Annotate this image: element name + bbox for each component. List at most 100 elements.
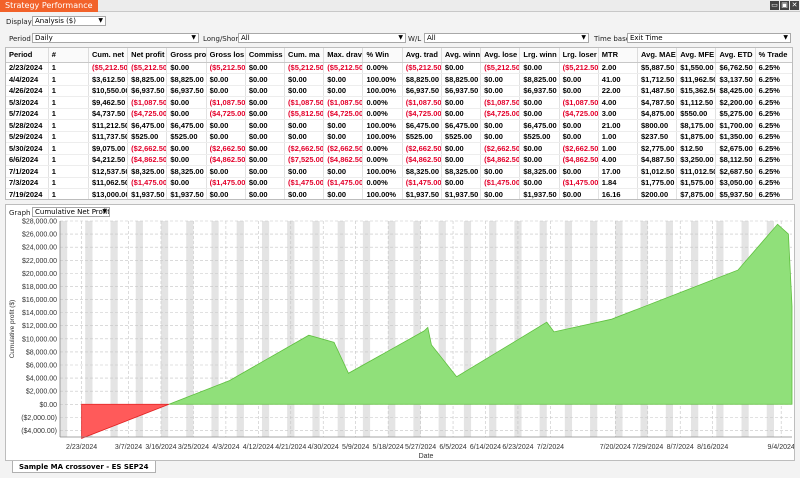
table-cell: 4/26/2024 [6,85,49,97]
column-header[interactable]: Gross los [206,48,246,63]
table-row[interactable]: 4/4/2024 1 $3,612.50 $8,825.00 $8,825.00 $0.0… [6,73,792,86]
table-cell: 1 [48,96,89,109]
table-cell: $0.00 [323,131,364,143]
column-header[interactable]: Avg. MAE [637,48,678,63]
display-select[interactable]: Analysis ($) ▼ [32,16,106,26]
table-cell: 5/28/2024 [6,119,49,132]
column-header[interactable]: Avg. winn [441,48,482,63]
table-cell: 6.25% [755,154,792,166]
table-cell: $0.00 [284,119,325,132]
table-cell: $0.00 [166,154,207,166]
chevron-down-icon: ▼ [783,34,788,41]
column-header[interactable]: # [48,48,89,63]
grid-header-row: Period # Cum. net Net profit Gross pro Gross … [6,48,792,63]
table-cell: 2.00 [598,62,639,74]
minimize-icon[interactable]: ▭ [770,1,779,10]
table-cell: $6,475.00 [519,119,560,132]
y-tick-label: $12,000.00 [22,323,57,330]
table-cell: 7/1/2024 [6,165,49,178]
y-tick-label: $26,000.00 [22,232,57,239]
table-cell: $525.00 [519,131,560,143]
table-row[interactable]: 6/6/2024 1 $4,212.50 ($4,862.50) $0.00 ($4,86… [6,154,792,166]
table-cell: $525.00 [127,131,168,143]
table-row[interactable]: 5/29/2024 1 $11,737.50 $525.00 $525.00 $0.00 $… [6,131,792,143]
period-select[interactable]: Daily ▼ [32,33,199,43]
column-header[interactable]: Max. drav [323,48,364,63]
table-cell: ($5,212.50) [480,62,521,74]
table-cell: ($4,725.00) [127,108,168,120]
table-cell: $8,825.00 [519,73,560,86]
table-cell: ($1,087.50) [480,96,521,109]
strategy-tab[interactable]: Sample MA crossover - ES SEP24 [12,461,156,473]
table-cell: $0.00 [519,62,560,74]
table-cell: 3.00 [598,108,639,120]
table-row[interactable]: 7/3/2024 1 $11,062.50 ($1,475.00) $0.00 ($1,4… [6,177,792,189]
table-cell: $1,012.50 [637,165,678,178]
table-cell: $4,887.50 [637,154,678,166]
column-header[interactable]: Avg. lose [480,48,521,63]
y-tick-label: $4,000.00 [26,376,57,383]
column-header[interactable]: MTR [598,48,639,63]
table-cell: $0.00 [245,177,286,189]
table-row[interactable]: 5/30/2024 1 $9,075.00 ($2,662.50) $0.00 ($2,6… [6,142,792,155]
table-cell: 100.00% [362,85,403,97]
table-cell: $1,712.50 [637,73,678,86]
table-cell: ($2,662.50) [284,142,325,155]
column-header[interactable]: Net profit [127,48,168,63]
table-row[interactable]: 7/19/2024 1 $13,000.00 $1,937.50 $1,937.50 $0… [6,188,792,199]
column-header[interactable]: Cum. ma [284,48,325,63]
table-row[interactable]: 4/26/2024 1 $10,550.00 $6,937.50 $6,937.50 $0… [6,85,792,97]
column-header[interactable]: Cum. net [88,48,129,63]
table-cell: 1 [48,62,89,74]
table-cell: 5/30/2024 [6,142,49,155]
table-cell: $5,275.00 [715,108,756,120]
column-header[interactable]: Lrg. loser [559,48,599,63]
table-row[interactable]: 5/3/2024 1 $9,462.50 ($1,087.50) $0.00 ($1,08… [6,96,792,109]
table-cell: 6.25% [755,142,792,155]
table-cell: 1 [48,177,89,189]
table-cell: $8,825.00 [441,73,482,86]
x-tick-label: 3/25/2024 [178,444,209,451]
column-header[interactable]: Gross pro [166,48,207,63]
y-tick-label: $16,000.00 [22,297,57,304]
table-cell: $3,137.50 [715,73,756,86]
column-header[interactable]: Avg. trad [402,48,442,63]
close-icon[interactable]: ✕ [790,1,799,10]
table-cell: $0.00 [323,165,364,178]
table-cell: $8,325.00 [127,165,168,178]
table-row[interactable]: 5/7/2024 1 $4,737.50 ($4,725.00) $0.00 ($4,72… [6,108,792,120]
table-cell: $6,475.00 [441,119,482,132]
table-cell: $2,675.00 [715,142,756,155]
table-row[interactable]: 7/1/2024 1 $12,537.50 $8,325.00 $8,325.00 $0.… [6,165,792,178]
column-header[interactable]: Avg. ETD [715,48,756,63]
graph-select[interactable]: Cumulative Net Profit ▼ [32,207,110,217]
performance-grid[interactable]: Period # Cum. net Net profit Gross pro Gross … [5,47,793,200]
column-header[interactable]: % Win [362,48,403,63]
x-tick-label: 4/3/2024 [212,444,239,451]
table-cell: 6.25% [755,85,792,97]
table-cell: $0.00 [559,188,599,199]
table-cell: 1 [48,131,89,143]
column-header[interactable]: Lrg. winn [519,48,560,63]
table-cell: $0.00 [206,73,246,86]
winloss-select[interactable]: All ▼ [424,33,589,43]
table-cell: $0.00 [323,119,364,132]
table-cell: 100.00% [362,165,403,178]
table-cell: $0.00 [284,85,325,97]
column-header[interactable]: Avg. MFE [676,48,717,63]
x-tick-label: 7/20/2024 [600,444,631,451]
table-cell: 1.00 [598,142,639,155]
column-header[interactable]: % Trade [755,48,792,63]
table-cell: $0.00 [245,85,286,97]
column-header[interactable]: Commiss [245,48,286,63]
longshort-select[interactable]: All ▼ [238,33,406,43]
table-row[interactable]: 2/23/2024 1 ($5,212.50) ($5,212.50) $0.00 ($5… [6,62,792,74]
column-header[interactable]: Period [6,48,49,63]
timebase-select[interactable]: Exit Time ▼ [627,33,791,43]
table-cell: 7/19/2024 [6,188,49,199]
table-cell: ($5,212.50) [402,62,442,74]
table-row[interactable]: 5/28/2024 1 $11,212.50 $6,475.00 $6,475.00 $0… [6,119,792,132]
table-cell: $6,937.50 [166,85,207,97]
table-cell: $3,612.50 [88,73,129,86]
maximize-icon[interactable]: ▣ [780,1,789,10]
